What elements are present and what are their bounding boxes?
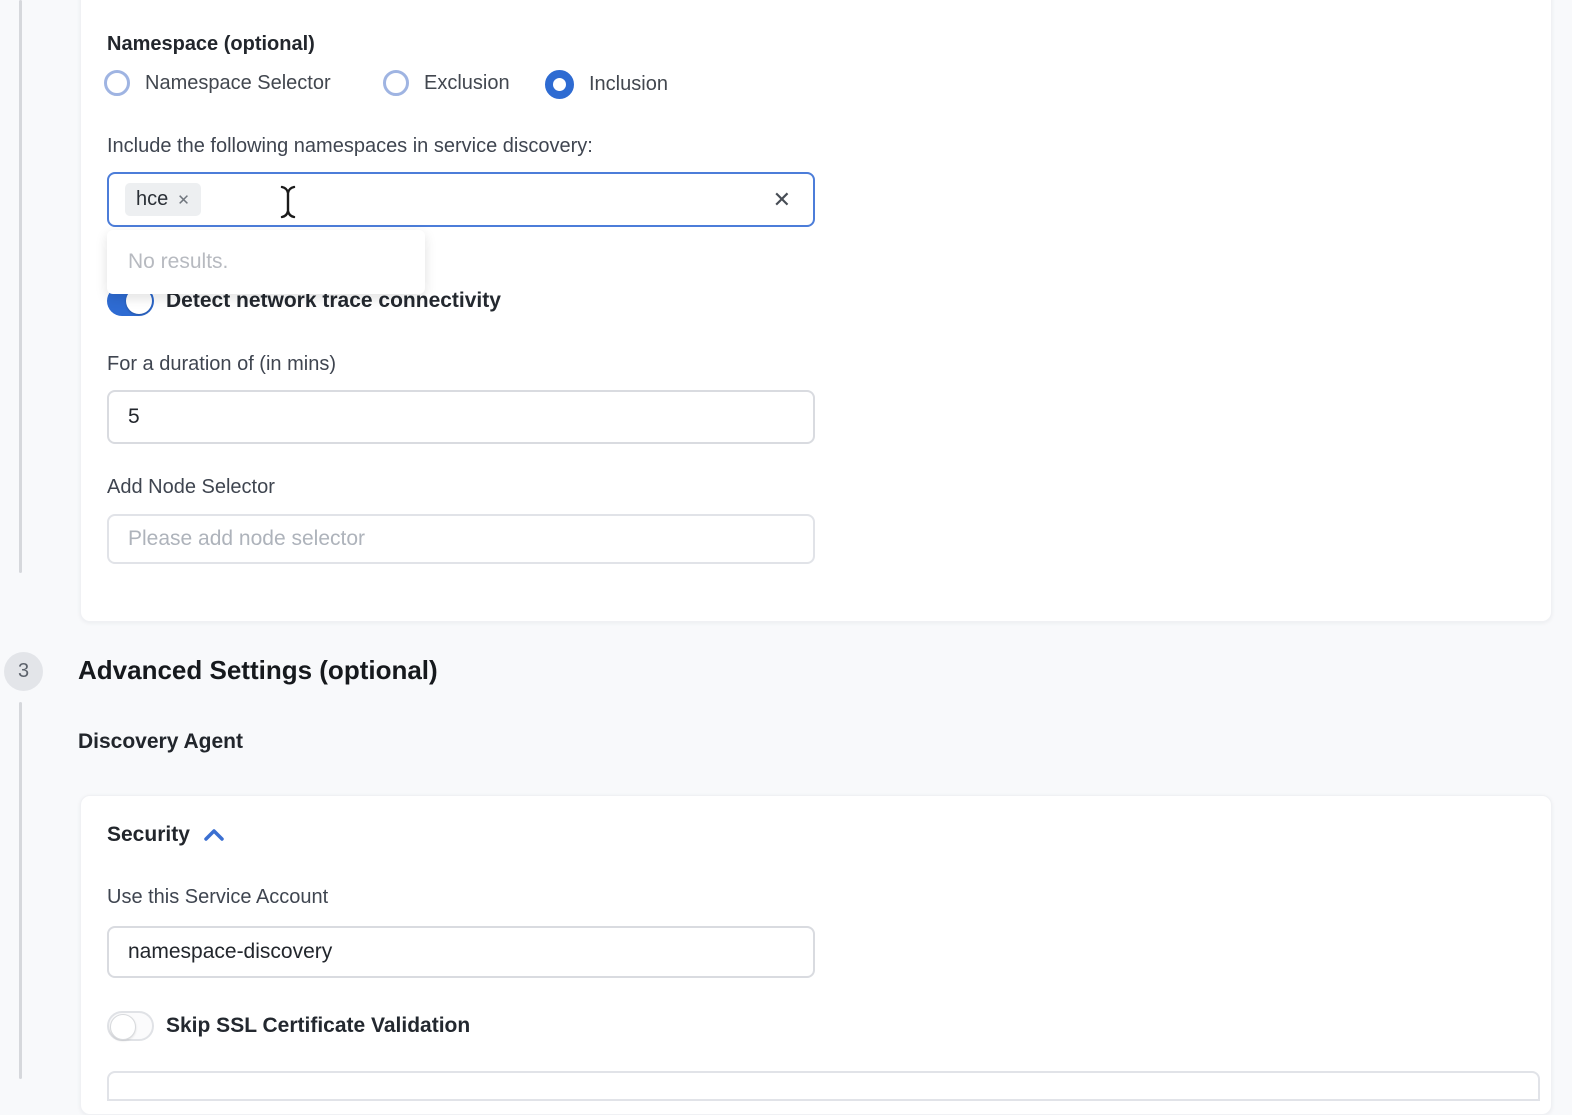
- service-account-label: Use this Service Account: [107, 886, 328, 909]
- radio-inclusion[interactable]: Inclusion: [545, 70, 668, 99]
- chip-text: hce: [136, 188, 168, 211]
- namespace-chip[interactable]: hce ✕: [125, 183, 201, 216]
- clear-selection-icon[interactable]: ✕: [773, 189, 791, 211]
- radio-namespace-selector[interactable]: Namespace Selector: [104, 70, 331, 96]
- chip-remove-icon[interactable]: ✕: [177, 191, 190, 209]
- include-namespaces-label: Include the following namespaces in serv…: [107, 135, 593, 158]
- radio-selected-icon: [545, 70, 574, 99]
- partial-bottom-field[interactable]: [107, 1071, 1540, 1101]
- step-number-badge: 3: [4, 652, 43, 691]
- namespace-optional-label: Namespace (optional): [107, 33, 315, 56]
- toggle-knob: [110, 1014, 136, 1040]
- radio-circle-icon: [383, 70, 409, 96]
- radio-circle-icon: [104, 70, 130, 96]
- step-number: 3: [18, 660, 29, 683]
- stepper-connector-line: [19, 702, 22, 1079]
- duration-input[interactable]: [107, 390, 815, 444]
- node-selector-label: Add Node Selector: [107, 476, 275, 499]
- no-results-message: No results.: [128, 250, 228, 274]
- radio-label: Namespace Selector: [145, 72, 331, 95]
- radio-label: Inclusion: [589, 73, 668, 96]
- radio-label: Exclusion: [424, 72, 510, 95]
- advanced-settings-heading: Advanced Settings (optional): [78, 655, 438, 686]
- service-account-input[interactable]: [107, 926, 815, 978]
- discovery-agent-label: Discovery Agent: [78, 730, 243, 754]
- security-section-header[interactable]: Security: [107, 823, 226, 847]
- namespace-dropdown: No results.: [107, 230, 425, 294]
- skip-ssl-label: Skip SSL Certificate Validation: [166, 1014, 470, 1038]
- security-header-label: Security: [107, 823, 190, 847]
- skip-ssl-toggle[interactable]: [107, 1011, 154, 1041]
- text-cursor-icon: [278, 184, 298, 220]
- chevron-up-icon[interactable]: [202, 827, 226, 843]
- duration-label: For a duration of (in mins): [107, 353, 336, 376]
- radio-exclusion[interactable]: Exclusion: [383, 70, 510, 96]
- namespace-multiselect-input[interactable]: hce ✕ ✕: [107, 172, 815, 227]
- stepper-connector-line: [19, 0, 22, 573]
- node-selector-input[interactable]: [107, 514, 815, 564]
